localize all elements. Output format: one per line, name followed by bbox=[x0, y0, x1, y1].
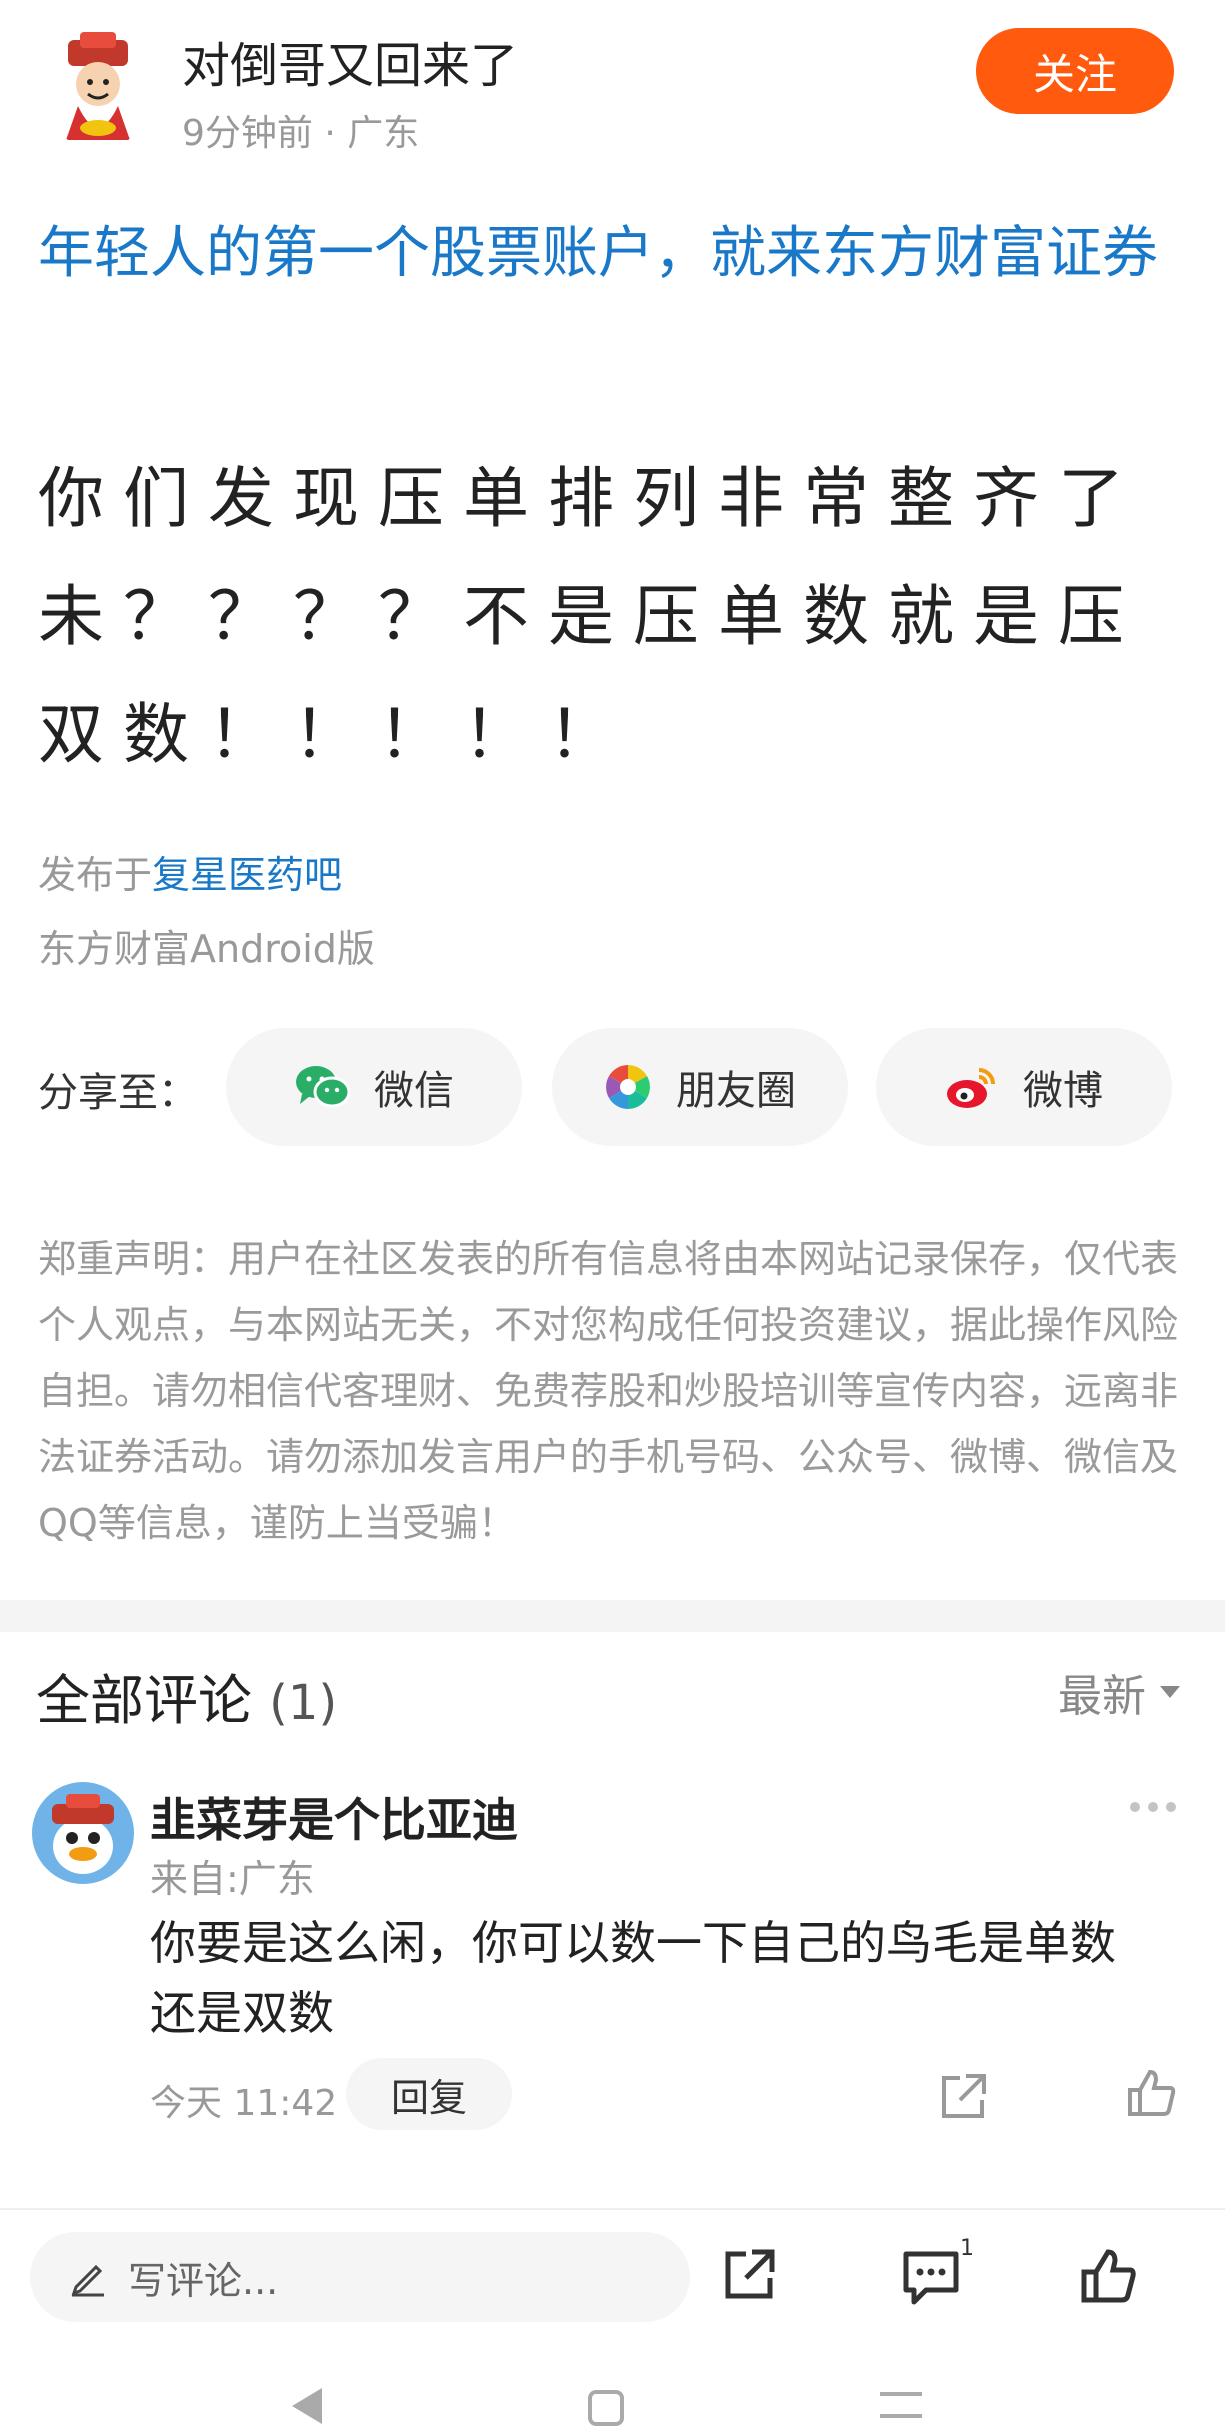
moments-icon bbox=[606, 1065, 650, 1109]
wechat-icon bbox=[296, 1066, 350, 1108]
commenter-avatar[interactable] bbox=[32, 1782, 134, 1884]
comments-title-label: 全部评论 bbox=[36, 1669, 252, 1732]
sort-dropdown[interactable]: 最新 bbox=[1058, 1660, 1180, 1724]
forum-link[interactable]: 复星医药吧 bbox=[152, 853, 342, 897]
disclaimer: 郑重声明：用户在社区发表的所有信息将由本网站记录保存，仅代表个人观点，与本网站无… bbox=[38, 1237, 1179, 1545]
share-icon[interactable] bbox=[720, 2246, 778, 2304]
sort-label: 最新 bbox=[1058, 1671, 1146, 1722]
share-moments-button[interactable]: 朋友圈 bbox=[552, 1028, 848, 1146]
published-in: 发布于复星医药吧 bbox=[38, 844, 342, 899]
like-icon[interactable] bbox=[1078, 2246, 1138, 2306]
share-moments-label: 朋友圈 bbox=[676, 1068, 796, 1114]
share-wechat-button[interactable]: 微信 bbox=[226, 1028, 522, 1146]
post-body: 你们发现压单排列非常整齐了未？？？？不是压单数就是压双数！！！！！ bbox=[38, 460, 1143, 773]
duck-avatar-icon bbox=[32, 1782, 134, 1884]
share-label: 分享至： bbox=[38, 1070, 198, 1116]
follow-button[interactable]: 关注 bbox=[976, 28, 1174, 114]
comment-like-icon[interactable] bbox=[1124, 2066, 1178, 2120]
comment-share-icon[interactable] bbox=[936, 2070, 990, 2124]
comment-icon[interactable] bbox=[900, 2246, 962, 2308]
comment-time: 今天 11:42 bbox=[150, 2083, 338, 2124]
reply-button[interactable]: 回复 bbox=[346, 2058, 512, 2130]
weibo-icon bbox=[947, 1068, 995, 1108]
post-meta: 9分钟前 · 广东 bbox=[182, 113, 420, 154]
pencil-icon bbox=[71, 2264, 104, 2297]
comments-count: (1) bbox=[269, 1675, 338, 1731]
commenter-name[interactable]: 韭菜芽是个比亚迪 bbox=[150, 1784, 518, 1850]
home-icon[interactable] bbox=[588, 2390, 624, 2426]
write-comment-input[interactable]: 写评论... bbox=[30, 2232, 690, 2322]
fortune-god-avatar-icon bbox=[38, 28, 158, 148]
comments-title: 全部评论 (1) bbox=[36, 1656, 337, 1735]
comment-text: 你要是这么闲，你可以数一下自己的鸟毛是单数还是双数 bbox=[150, 1916, 1116, 2040]
author-avatar[interactable] bbox=[38, 28, 158, 148]
published-prefix: 发布于 bbox=[38, 853, 153, 897]
client-label: 东方财富Android版 bbox=[38, 927, 375, 971]
section-divider bbox=[0, 1600, 1225, 1632]
share-weibo-label: 微博 bbox=[1023, 1068, 1103, 1114]
promo-link[interactable]: 年轻人的第一个股票账户，就来东方财富证券 bbox=[38, 210, 1188, 298]
more-icon[interactable] bbox=[1130, 1802, 1178, 1818]
write-comment-placeholder: 写评论... bbox=[128, 2258, 279, 2303]
menu-icon[interactable] bbox=[880, 2392, 922, 2418]
back-icon[interactable] bbox=[292, 2388, 322, 2424]
share-weibo-button[interactable]: 微博 bbox=[876, 1028, 1172, 1146]
author-name[interactable]: 对倒哥又回来了 bbox=[182, 26, 518, 96]
comment-count-badge: 1 bbox=[960, 2236, 974, 2261]
caret-down-icon bbox=[1160, 1686, 1180, 1698]
share-wechat-label: 微信 bbox=[374, 1068, 454, 1114]
commenter-location: 来自:广东 bbox=[150, 1857, 315, 1901]
